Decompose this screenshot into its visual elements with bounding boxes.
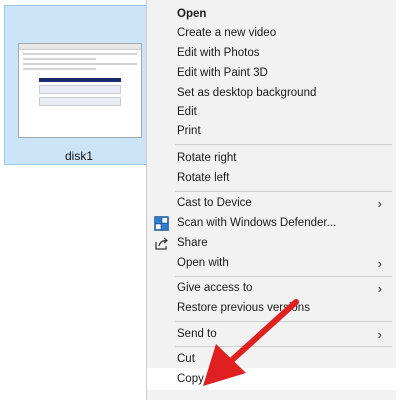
submenu-chevron-icon: › xyxy=(377,256,382,271)
file-tile-disk1[interactable]: disk1 xyxy=(4,5,154,165)
menu-item-open[interactable]: Open xyxy=(147,5,396,24)
menu-separator xyxy=(175,321,392,322)
menu-item-send-to[interactable]: Send to › xyxy=(147,325,396,344)
menu-item-restore-previous-versions[interactable]: Restore previous versions xyxy=(147,299,396,318)
menu-item-edit[interactable]: Edit xyxy=(147,103,396,122)
menu-item-open-with[interactable]: Open with › xyxy=(147,254,396,273)
menu-separator xyxy=(175,144,392,145)
submenu-chevron-icon: › xyxy=(377,196,382,211)
menu-item-share[interactable]: Share xyxy=(147,234,396,253)
menu-separator xyxy=(175,276,392,277)
menu-item-rotate-left[interactable]: Rotate left xyxy=(147,169,396,188)
menu-item-set-desktop-background[interactable]: Set as desktop background xyxy=(147,84,396,103)
menu-separator xyxy=(175,346,392,347)
submenu-chevron-icon: › xyxy=(377,327,382,342)
share-icon xyxy=(155,237,168,250)
windows-defender-icon xyxy=(154,216,169,231)
menu-item-cast-to-device[interactable]: Cast to Device › xyxy=(147,194,396,213)
menu-item-edit-with-paint3d[interactable]: Edit with Paint 3D xyxy=(147,64,396,83)
menu-item-copy[interactable]: Copy xyxy=(147,370,396,389)
file-name-label: disk1 xyxy=(64,149,93,163)
menu-item-cut[interactable]: Cut xyxy=(147,350,396,369)
menu-item-create-new-video[interactable]: Create a new video xyxy=(147,24,396,43)
menu-item-give-access[interactable]: Give access to › xyxy=(147,279,396,298)
image-thumbnail xyxy=(18,43,142,138)
context-menu: Open Create a new video Edit with Photos… xyxy=(146,0,396,400)
menu-item-scan-defender[interactable]: Scan with Windows Defender... xyxy=(147,214,396,233)
menu-item-edit-with-photos[interactable]: Edit with Photos xyxy=(147,44,396,63)
submenu-chevron-icon: › xyxy=(377,281,382,296)
menu-separator xyxy=(175,191,392,192)
menu-item-rotate-right[interactable]: Rotate right xyxy=(147,149,396,168)
menu-item-print[interactable]: Print xyxy=(147,122,396,141)
